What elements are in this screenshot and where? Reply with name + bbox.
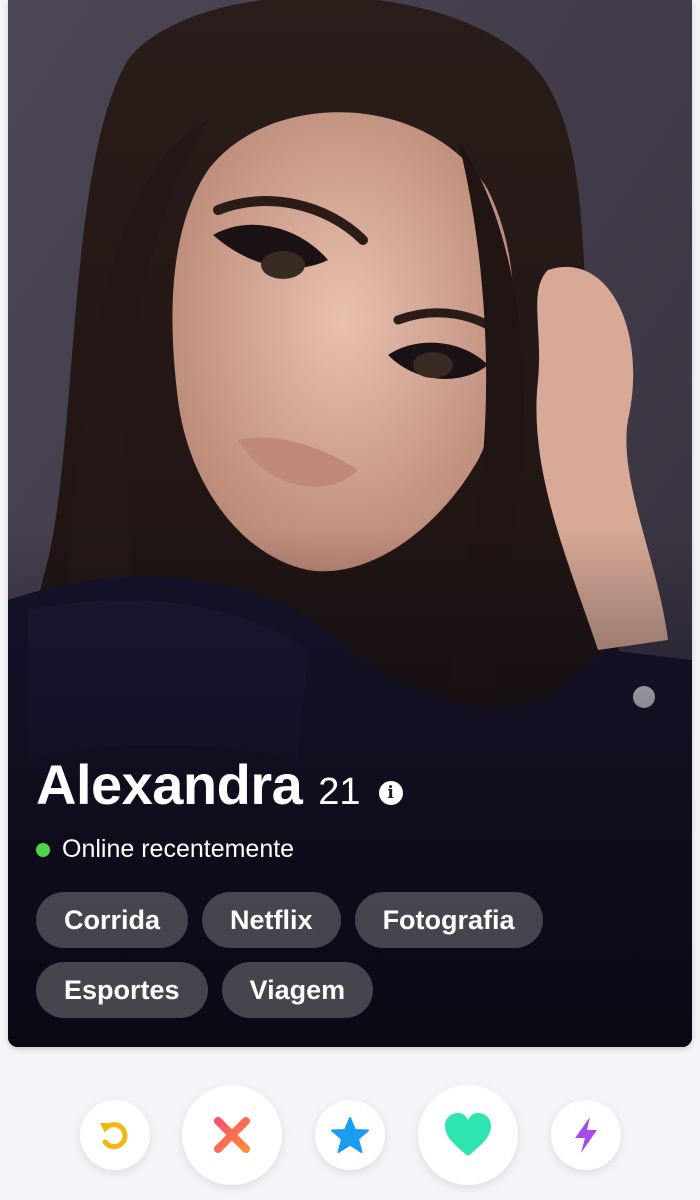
rewind-icon	[100, 1122, 128, 1150]
interest-tag: Netflix	[202, 892, 341, 948]
profile-screen: Alexandra 21 i Online recentemente Corri…	[0, 0, 700, 1200]
profile-info: Alexandra 21 i Online recentemente Corri…	[36, 752, 672, 1018]
profile-age: 21	[318, 771, 361, 813]
lightning-icon	[575, 1117, 597, 1153]
profile-name: Alexandra	[36, 753, 303, 816]
info-icon[interactable]: i	[378, 781, 403, 805]
status-text: Online recentemente	[62, 835, 295, 863]
interest-tag: Fotografia	[354, 892, 543, 948]
heart-icon	[445, 1113, 491, 1156]
profile-card[interactable]: Alexandra 21 i Online recentemente Corri…	[8, 0, 692, 1047]
online-status: Online recentemente	[36, 835, 672, 864]
star-icon	[331, 1117, 369, 1153]
interest-tag: Esportes	[36, 962, 208, 1018]
boost-button[interactable]	[551, 1100, 621, 1170]
rewind-button[interactable]	[80, 1100, 150, 1170]
super-like-button[interactable]	[315, 1100, 385, 1170]
interest-tag: Viagem	[221, 962, 374, 1018]
action-bar	[0, 1085, 700, 1185]
interest-tag: Corrida	[36, 892, 189, 948]
online-dot-icon	[36, 842, 50, 857]
nope-button[interactable]	[182, 1085, 282, 1185]
name-row: Alexandra 21 i	[36, 752, 672, 817]
like-button[interactable]	[418, 1085, 518, 1185]
interest-tags: Corrida Netflix Fotografia Esportes Viag…	[36, 892, 656, 1018]
close-icon	[214, 1117, 250, 1153]
